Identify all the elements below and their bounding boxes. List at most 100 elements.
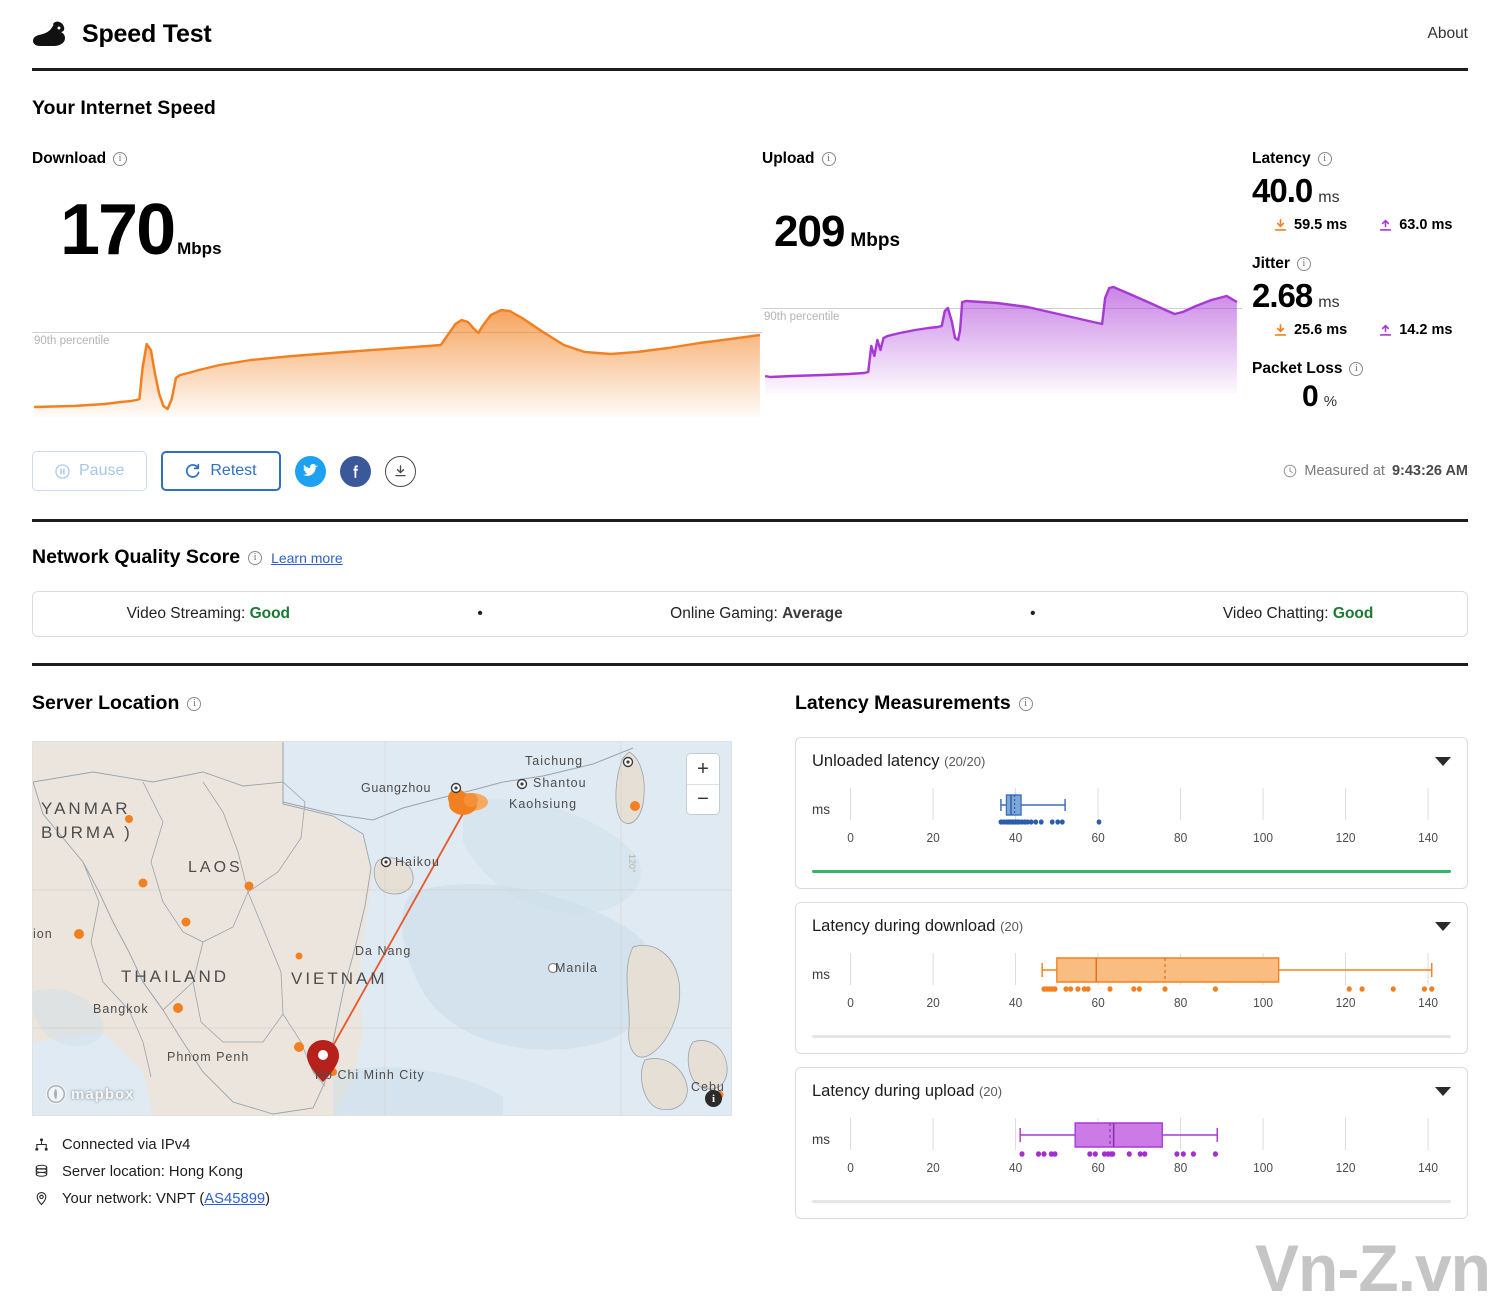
jitter-download-sub: 25.6 ms	[1274, 322, 1347, 338]
svg-text:0: 0	[847, 1161, 854, 1176]
jitter-block: Jitter 2.68 ms 25.6 ms	[1252, 255, 1468, 338]
svg-text:100: 100	[1253, 1161, 1273, 1176]
svg-text:80: 80	[1174, 1161, 1187, 1176]
server-location-map[interactable]: YANMAR BURMA ) LAOS THAILAND VIETNAM Gua…	[32, 741, 732, 1116]
latency-panel-download-plot: 0 20 40 60 80 100 120 140	[846, 945, 1451, 1021]
bottom-section: Server Location i YANMAR BURMA) LAOS TH…	[0, 666, 1500, 1219]
mapbox-logo-icon	[45, 1083, 67, 1105]
your-network-prefix: Your network: VNPT (	[62, 1190, 205, 1207]
jitter-info-icon[interactable]	[1296, 257, 1311, 271]
server-location-info-icon[interactable]	[187, 696, 202, 711]
retest-icon	[186, 463, 200, 478]
latency-upload-sub: 63.0 ms	[1379, 217, 1452, 233]
internet-speed-title: Your Internet Speed	[32, 97, 216, 119]
upload-arrow-icon	[1380, 323, 1392, 336]
latency-sub-row: 59.5 ms 63.0 ms	[1252, 217, 1468, 233]
svg-text:80: 80	[1174, 831, 1187, 846]
map-zoom-in-button[interactable]: +	[687, 754, 719, 784]
map-zoom-controls[interactable]: + −	[687, 754, 719, 814]
latency-value-row: 40.0 ms	[1252, 174, 1468, 207]
svg-text:Haikou: Haikou	[395, 855, 440, 869]
svg-text:120: 120	[1336, 996, 1356, 1011]
map-info-button[interactable]: i	[705, 1090, 722, 1107]
latency-panel-upload-expand-icon[interactable]	[1435, 1087, 1451, 1096]
nqs-label-video-streaming: Video Streaming:	[126, 605, 246, 622]
learn-more-link[interactable]: Learn more	[271, 550, 343, 566]
facebook-share-button[interactable]	[339, 455, 371, 487]
latency-panel-unloaded-expand-icon[interactable]	[1435, 757, 1451, 766]
pause-button[interactable]: Pause	[32, 451, 148, 491]
svg-text:THAILAND: THAILAND	[121, 967, 229, 986]
latency-download-value: 59.5 ms	[1294, 217, 1348, 233]
svg-text:80: 80	[1174, 996, 1187, 1011]
upload-block: Upload 209 Mbps 90th percentile	[762, 150, 1242, 417]
upload-info-icon[interactable]	[821, 152, 836, 166]
nqs-separator-1: •	[477, 605, 483, 622]
svg-text:20: 20	[926, 996, 939, 1011]
nqs-label-video-chatting: Video Chatting:	[1222, 605, 1329, 622]
latency-panel-download-expand-icon[interactable]	[1435, 922, 1451, 931]
twitter-share-button[interactable]	[294, 455, 326, 487]
upload-chart: 90th percentile	[762, 278, 1242, 393]
your-network-row: Your network: VNPT (AS45899)	[32, 1185, 763, 1212]
upload-value-row: 209 Mbps	[762, 210, 1242, 254]
svg-text:120: 120	[1336, 1161, 1356, 1176]
asn-link[interactable]: AS45899	[204, 1191, 265, 1207]
nqs-separator-2: •	[1030, 605, 1036, 622]
latency-panel-upload-plot-wrap: ms 0 20 40 60 80 100 120 140	[812, 1110, 1451, 1186]
your-network-text: Your network: VNPT (AS45899)	[62, 1191, 270, 1207]
jitter-label: Jitter	[1252, 255, 1468, 273]
jitter-value: 2.68	[1252, 277, 1313, 314]
download-arrow-icon	[1274, 323, 1287, 336]
latency-info-icon[interactable]	[1317, 152, 1332, 166]
nqs-label-online-gaming: Online Gaming:	[670, 605, 778, 622]
map-zoom-out-button[interactable]: −	[687, 784, 719, 814]
svg-text:YANMAR: YANMAR	[41, 799, 130, 818]
latency-unit-label-upload: ms	[812, 1132, 830, 1147]
latency-panel-download: Latency during download (20) ms 0 20 40 …	[795, 902, 1468, 1054]
server-location-block: Server Location i YANMAR BURMA) LAOS TH…	[32, 692, 763, 1219]
pause-button-label: Pause	[79, 462, 125, 479]
network-quality-info-icon[interactable]	[248, 550, 263, 565]
unloaded-progress-fill	[812, 869, 1451, 873]
internet-speed-section: Your Internet Speed Download 170 Mbps 90…	[0, 71, 1500, 519]
latency-label: Latency	[1252, 150, 1468, 168]
download-info-icon[interactable]	[113, 152, 128, 166]
download-results-button[interactable]	[384, 455, 416, 487]
svg-text:20: 20	[926, 831, 939, 846]
latency-panel-upload-plot: 0 20 40 60 80 100 120 140	[846, 1110, 1451, 1186]
latency-measurements-info-icon[interactable]	[1018, 696, 1033, 711]
upload-progress-track	[812, 1199, 1451, 1203]
latency-panel-download-plot-wrap: ms 0 20 40 60 80 100 120 140	[812, 945, 1451, 1021]
packet-loss-info-icon[interactable]	[1349, 362, 1364, 376]
server-location-title: Server Location	[32, 692, 763, 715]
about-link[interactable]: About	[1427, 25, 1468, 43]
retest-button[interactable]: Retest	[161, 451, 281, 491]
svg-text:60: 60	[1091, 996, 1104, 1011]
svg-text:100: 100	[1253, 831, 1273, 846]
latency-panel-unloaded-plot-wrap: ms 0 20 40 60 80 100 120 140	[812, 780, 1451, 856]
upload-boxplot: 0 20 40 60 80 100 120 140	[847, 1118, 1438, 1176]
rabbit-icon	[33, 21, 65, 46]
app-header: Speed Test About	[0, 0, 1500, 68]
pause-icon	[55, 463, 70, 479]
svg-text:20: 20	[926, 1161, 939, 1176]
svg-text:140: 140	[1418, 831, 1438, 846]
server-icon	[32, 1164, 50, 1179]
download-block: Download 170 Mbps 90th percentile	[32, 150, 762, 417]
mapbox-attribution[interactable]: mapbox	[45, 1083, 135, 1105]
speed-grid: Download 170 Mbps 90th percentile	[32, 150, 1468, 417]
latency-panel-upload: Latency during upload (20) ms 0 20 40 60…	[795, 1067, 1468, 1219]
latency-panel-unloaded: Unloaded latency (20/20) ms 0 20 40 60 8…	[795, 737, 1468, 889]
latency-panel-upload-header: Latency during upload (20)	[812, 1082, 1451, 1101]
app-title: Speed Test	[82, 19, 212, 48]
server-info-list: Connected via IPv4 Server location: Hong…	[32, 1131, 763, 1212]
latency-unit-label-unloaded: ms	[812, 802, 830, 817]
svg-text:40: 40	[1009, 1161, 1022, 1176]
upload-label: Upload	[762, 150, 1242, 168]
svg-text:0: 0	[847, 996, 854, 1011]
packet-loss-value-row: 0 %	[1252, 382, 1468, 412]
latency-value: 40.0	[1252, 172, 1313, 209]
measured-time: 9:43:26 AM	[1391, 463, 1468, 479]
latency-unit-label-download: ms	[812, 967, 830, 982]
